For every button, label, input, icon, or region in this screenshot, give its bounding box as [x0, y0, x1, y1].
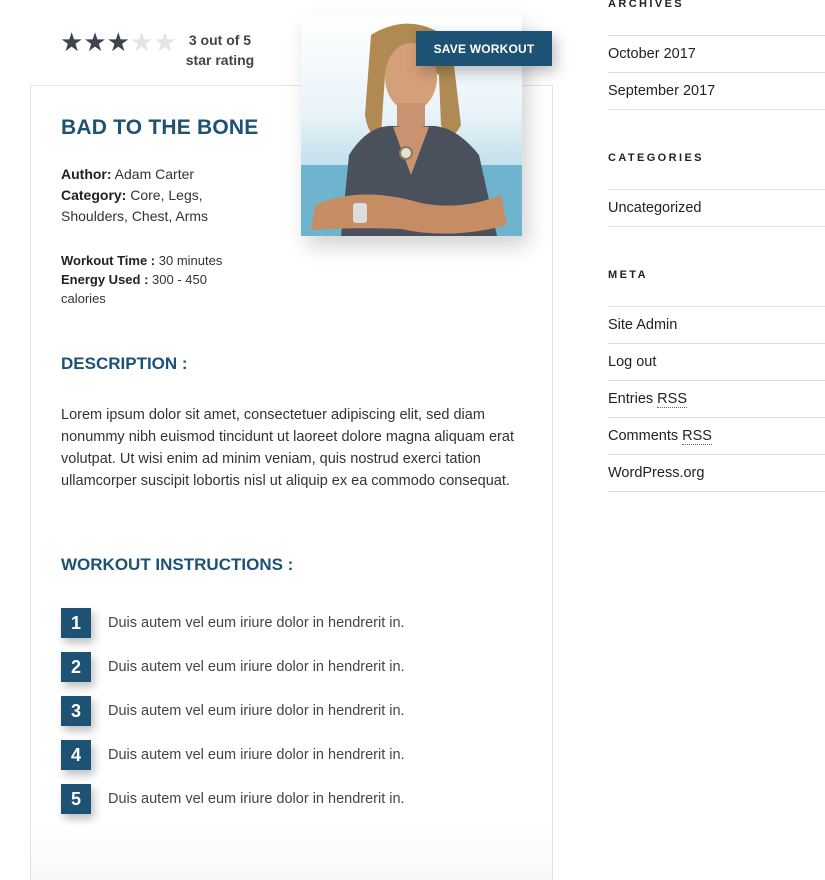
archives-widget: ARCHIVES: [608, 0, 825, 14]
comments-rss-prefix: Comments: [608, 428, 683, 444]
star-empty-icon: ★: [153, 28, 177, 58]
categories-list: Uncategorized: [608, 189, 825, 227]
energy-line: Energy Used : 300 - 450 calories: [61, 270, 231, 308]
instruction-step: 3 Duis autem vel eum iriure dolor in hen…: [61, 696, 405, 726]
step-number: 5: [61, 784, 91, 814]
instruction-steps: 1 Duis autem vel eum iriure dolor in hen…: [61, 608, 405, 828]
archive-link-october-2017[interactable]: October 2017: [608, 36, 825, 73]
author-value: Adam Carter: [114, 166, 195, 182]
entries-rss-prefix: Entries: [608, 391, 658, 407]
description-heading: DESCRIPTION :: [61, 354, 188, 373]
step-text: Duis autem vel eum iriure dolor in hendr…: [108, 747, 405, 763]
step-number: 2: [61, 652, 91, 682]
energy-label: Energy Used :: [61, 272, 149, 287]
step-number: 4: [61, 740, 91, 770]
step-text: Duis autem vel eum iriure dolor in hendr…: [108, 659, 405, 675]
entries-rss-link[interactable]: Entries RSS: [608, 381, 825, 418]
star-filled-icon: ★: [60, 28, 84, 58]
star-rating: ★ ★ ★ ★ ★ 3 out of 5 star rating: [60, 28, 254, 68]
instruction-step: 5 Duis autem vel eum iriure dolor in hen…: [61, 784, 405, 814]
step-number: 1: [61, 608, 91, 638]
category-line: Category: Core, Legs, Shoulders, Chest, …: [61, 185, 231, 227]
author-label: Author:: [61, 166, 112, 182]
star-filled-icon: ★: [83, 28, 107, 58]
author-line: Author: Adam Carter: [61, 164, 231, 185]
step-text: Duis autem vel eum iriure dolor in hendr…: [108, 615, 405, 631]
stars: ★ ★ ★ ★ ★: [60, 28, 177, 58]
workout-stats: Workout Time : 30 minutes Energy Used : …: [61, 251, 241, 308]
step-text: Duis autem vel eum iriure dolor in hendr…: [108, 791, 405, 807]
star-empty-icon: ★: [129, 28, 154, 58]
instruction-step: 4 Duis autem vel eum iriure dolor in hen…: [61, 740, 405, 770]
rating-label: 3 out of 5 star rating: [180, 30, 260, 70]
step-number: 3: [61, 696, 91, 726]
workout-title: BAD TO THE BONE: [61, 116, 259, 139]
rating-label-line2: star rating: [185, 52, 255, 68]
rating-label-line1: 3 out of 5: [188, 32, 252, 48]
categories-title: CATEGORIES: [608, 152, 704, 164]
comments-rss-abbr: RSS: [682, 427, 712, 445]
instructions-heading: WORKOUT INSTRUCTIONS :: [61, 555, 294, 574]
meta-list: Site Admin Log out Entries RSS Comments …: [608, 306, 825, 492]
workout-meta: Author: Adam Carter Category: Core, Legs…: [61, 164, 231, 227]
time-value: 30 minutes: [158, 253, 223, 268]
comments-rss-link[interactable]: Comments RSS: [608, 418, 825, 455]
save-workout-button[interactable]: SAVE WORKOUT: [416, 31, 552, 66]
archive-link-september-2017[interactable]: September 2017: [608, 73, 825, 110]
archives-list: October 2017 September 2017: [608, 35, 825, 110]
category-link-uncategorized[interactable]: Uncategorized: [608, 190, 825, 227]
wordpress-org-link[interactable]: WordPress.org: [608, 455, 825, 492]
site-admin-link[interactable]: Site Admin: [608, 307, 825, 344]
category-label: Category:: [61, 187, 127, 203]
step-text: Duis autem vel eum iriure dolor in hendr…: [108, 703, 405, 719]
archives-title: ARCHIVES: [608, 0, 685, 10]
entries-rss-abbr: RSS: [657, 390, 687, 408]
instruction-step: 2 Duis autem vel eum iriure dolor in hen…: [61, 652, 405, 682]
time-line: Workout Time : 30 minutes: [61, 251, 241, 270]
star-filled-icon: ★: [106, 28, 130, 58]
time-label: Workout Time :: [61, 253, 156, 268]
instruction-step: 1 Duis autem vel eum iriure dolor in hen…: [61, 608, 405, 638]
log-out-link[interactable]: Log out: [608, 344, 825, 381]
meta-title: META: [608, 269, 648, 281]
description-text: Lorem ipsum dolor sit amet, consectetuer…: [61, 407, 514, 489]
